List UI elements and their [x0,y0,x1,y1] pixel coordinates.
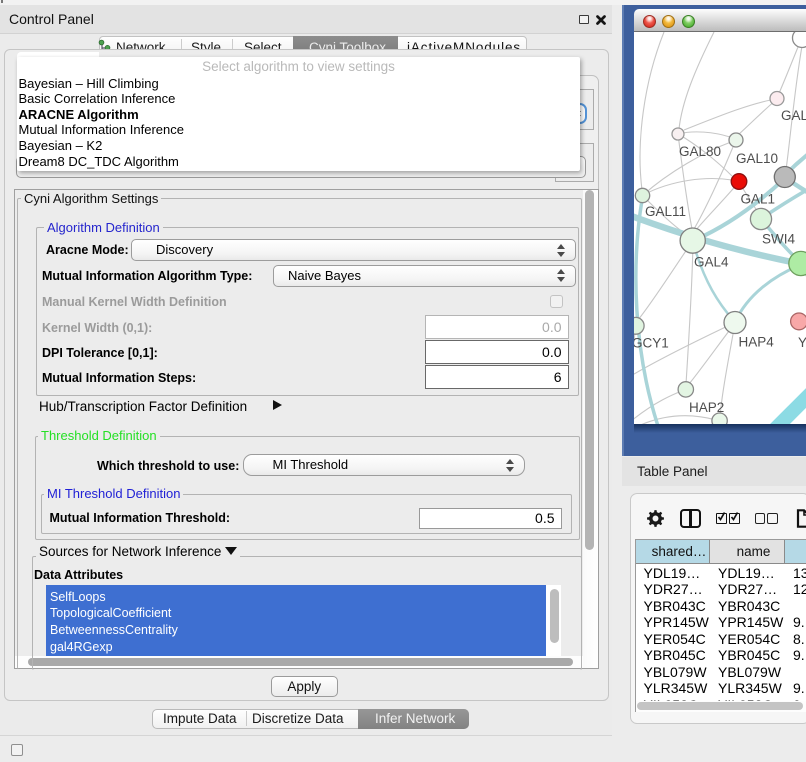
svg-text:GAL11: GAL11 [645,204,686,219]
svg-text:GAL7: GAL7 [781,108,806,123]
svg-text:HAP2: HAP2 [689,400,724,415]
svg-text:GAL4: GAL4 [694,254,729,269]
svg-text:HAP4: HAP4 [739,334,775,349]
svg-text:SWI4: SWI4 [762,231,795,246]
svg-text:GAL10: GAL10 [736,151,778,166]
svg-text:GAL1: GAL1 [741,191,776,206]
svg-text:Y: Y [798,335,806,350]
svg-text:GAL80: GAL80 [679,144,721,159]
svg-text:GCY1: GCY1 [634,335,669,350]
